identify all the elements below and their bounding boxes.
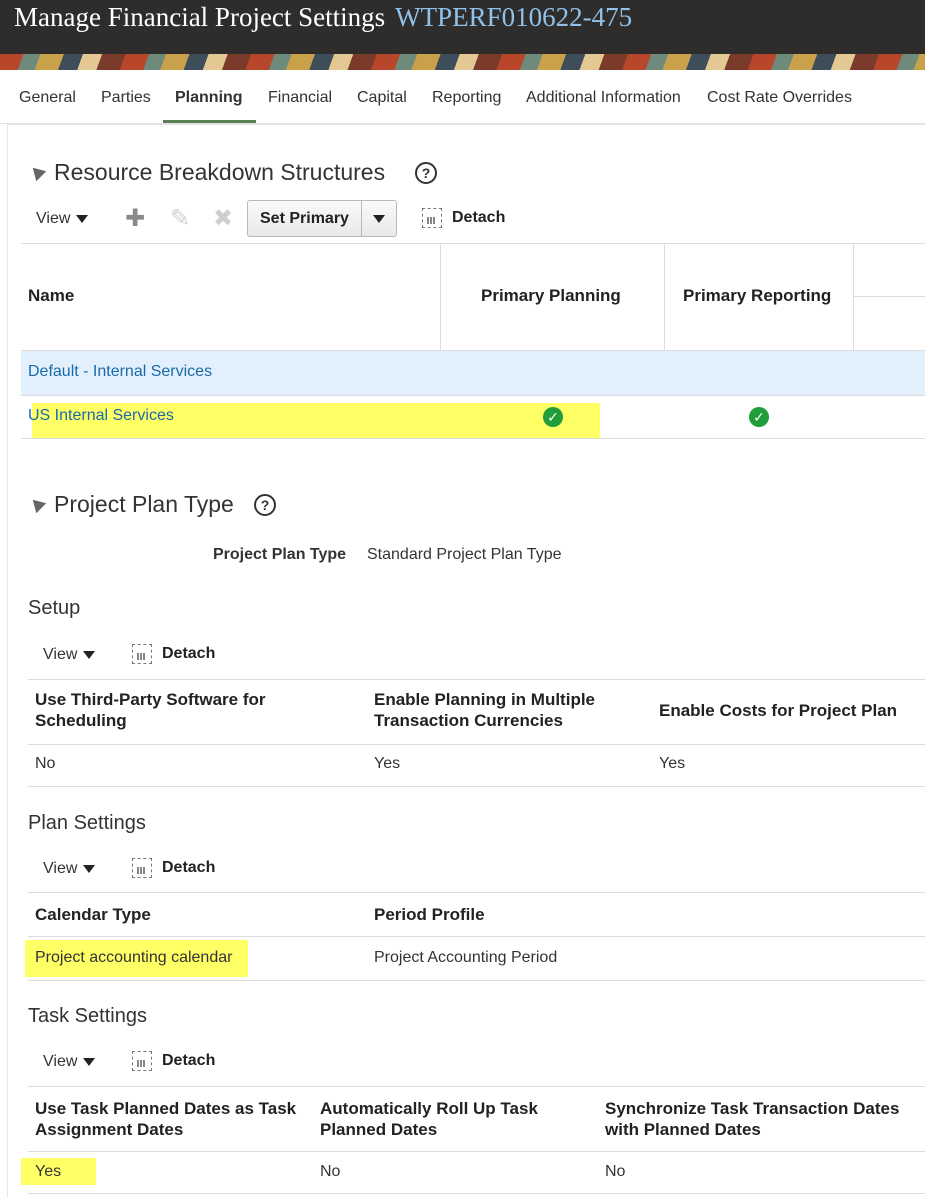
- cell-third-party: No: [35, 755, 56, 772]
- cell-roll-up: No: [320, 1163, 341, 1180]
- detach-button[interactable]: Detach: [132, 1051, 215, 1071]
- view-menu[interactable]: View: [43, 860, 96, 878]
- pencil-icon: ✎: [170, 205, 191, 232]
- caret-down-icon: [76, 214, 89, 223]
- section-title-project-plan-type: Project Plan Type: [54, 491, 234, 517]
- section-title-rbs: Resource Breakdown Structures: [54, 159, 386, 185]
- cell-enable-costs: Yes: [659, 755, 686, 772]
- detach-label: Detach: [162, 1052, 216, 1070]
- tab-reporting[interactable]: Reporting: [432, 89, 501, 107]
- tab-parties[interactable]: Parties: [101, 89, 151, 107]
- table-border: [28, 1086, 925, 1087]
- view-menu[interactable]: View: [43, 646, 96, 664]
- column-divider: [664, 243, 665, 350]
- cell-synchronize: No: [605, 1163, 626, 1180]
- tab-additional-information[interactable]: Additional Information: [526, 89, 681, 107]
- rbs-row-name-link[interactable]: US Internal Services: [28, 407, 174, 425]
- column-header-planned-dates[interactable]: Use Task Planned Dates as Task Assignmen…: [35, 1098, 315, 1140]
- caret-down-icon: [83, 650, 96, 659]
- table-border: [28, 892, 925, 893]
- cell-period-profile: Project Accounting Period: [374, 949, 558, 966]
- help-icon[interactable]: ?: [415, 162, 437, 184]
- row-divider: [21, 438, 925, 439]
- tab-bar: General Parties Planning Financial Capit…: [0, 70, 925, 124]
- field-value-project-plan-type: Standard Project Plan Type: [367, 546, 562, 563]
- row-divider: [28, 786, 925, 787]
- tab-capital[interactable]: Capital: [357, 89, 407, 107]
- set-primary-dropdown[interactable]: [362, 201, 396, 236]
- row-divider: [21, 395, 925, 396]
- section-title-task-settings: Task Settings: [28, 1005, 147, 1027]
- caret-down-icon: [372, 214, 385, 223]
- help-icon[interactable]: ?: [254, 494, 276, 516]
- view-label: View: [43, 860, 78, 877]
- field-label-project-plan-type: Project Plan Type: [213, 546, 347, 563]
- detach-button[interactable]: Detach: [132, 644, 215, 664]
- column-header-calendar-type[interactable]: Calendar Type: [35, 905, 151, 925]
- caret-down-icon: [83, 864, 96, 873]
- detach-label: Detach: [452, 209, 506, 227]
- view-label: View: [43, 1053, 78, 1070]
- section-title-plan-settings: Plan Settings: [28, 812, 146, 834]
- column-header-primary-planning[interactable]: Primary Planning: [481, 286, 621, 306]
- detach-button[interactable]: Detach: [422, 208, 505, 228]
- caret-down-icon: [83, 1057, 96, 1066]
- check-icon: ✓: [543, 407, 563, 427]
- x-icon: ✖: [213, 205, 234, 232]
- detach-icon: [132, 1051, 152, 1071]
- table-border: [21, 243, 925, 244]
- check-icon: ✓: [749, 407, 769, 427]
- column-header-enable-costs[interactable]: Enable Costs for Project Plan: [659, 701, 897, 721]
- view-label: View: [36, 210, 71, 227]
- detach-label: Detach: [162, 859, 216, 877]
- cell-calendar-type: Project accounting calendar: [35, 949, 233, 966]
- project-number: WTPERF010622-475: [395, 2, 633, 32]
- view-menu[interactable]: View: [43, 1053, 96, 1071]
- tab-general[interactable]: General: [19, 89, 76, 107]
- column-divider: [440, 243, 441, 350]
- set-primary-label[interactable]: Set Primary: [248, 201, 362, 236]
- rbs-row-name-link[interactable]: Default - Internal Services: [28, 363, 212, 381]
- table-header-border: [28, 936, 925, 937]
- section-title-setup: Setup: [28, 597, 81, 619]
- column-header-primary-reporting[interactable]: Primary Reporting: [683, 286, 831, 306]
- detach-button[interactable]: Detach: [132, 858, 215, 878]
- column-header-multi-currency[interactable]: Enable Planning in Multiple Transaction …: [374, 689, 634, 731]
- detach-icon: [422, 208, 442, 228]
- table-border: [28, 679, 925, 680]
- row-divider: [28, 1193, 925, 1194]
- detach-icon: [132, 644, 152, 664]
- table-header-border: [28, 1151, 925, 1152]
- cell-multi-currency: Yes: [374, 755, 401, 772]
- column-header-name[interactable]: Name: [28, 286, 74, 306]
- cell-planned-dates: Yes: [35, 1163, 62, 1180]
- detach-icon: [132, 858, 152, 878]
- column-header-period-profile[interactable]: Period Profile: [374, 905, 485, 925]
- tab-planning[interactable]: Planning: [175, 89, 243, 107]
- view-label: View: [43, 646, 78, 663]
- table-header-border: [28, 744, 925, 745]
- row-divider: [28, 980, 925, 981]
- column-divider: [853, 296, 925, 297]
- tab-cost-rate-overrides[interactable]: Cost Rate Overrides: [707, 89, 852, 107]
- view-menu[interactable]: View: [36, 210, 89, 228]
- page-header: Manage Financial Project Settings WTPERF0…: [0, 0, 925, 70]
- header-banner-image: [0, 54, 925, 70]
- column-header-synchronize[interactable]: Synchronize Task Transaction Dates with …: [605, 1098, 920, 1140]
- column-header-roll-up[interactable]: Automatically Roll Up Task Planned Dates: [320, 1098, 580, 1140]
- tab-financial[interactable]: Financial: [268, 89, 332, 107]
- page-title: Manage Financial Project Settings WTPERF0…: [14, 2, 632, 33]
- plus-icon[interactable]: ✚: [125, 204, 145, 233]
- active-tab-indicator: [163, 120, 256, 123]
- column-header-third-party[interactable]: Use Third-Party Software for Scheduling: [35, 689, 335, 731]
- detach-label: Detach: [162, 645, 216, 663]
- page-title-text: Manage Financial Project Settings: [14, 2, 386, 32]
- set-primary-button[interactable]: Set Primary: [247, 200, 397, 237]
